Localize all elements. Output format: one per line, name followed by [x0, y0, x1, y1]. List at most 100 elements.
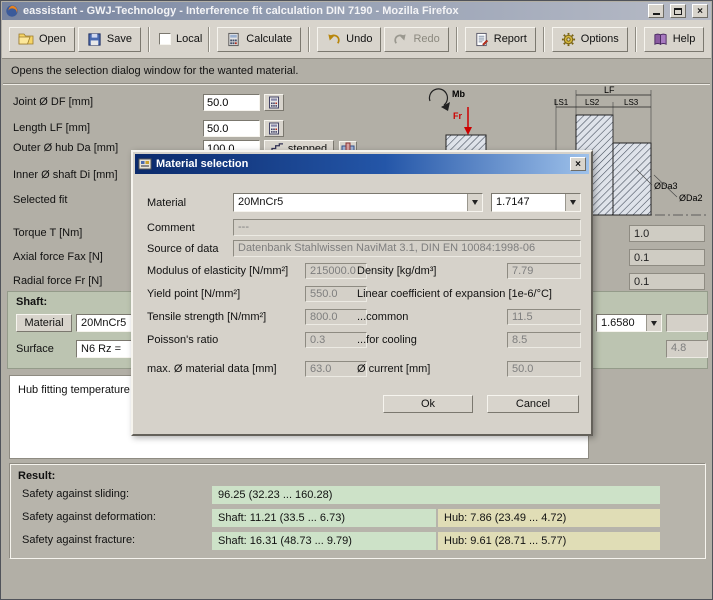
- expansion-common-label: ...common: [357, 311, 408, 323]
- ok-label: Ok: [421, 398, 435, 410]
- length-calculator-button[interactable]: [264, 120, 284, 137]
- cancel-button[interactable]: Cancel: [487, 395, 579, 413]
- local-checkbox[interactable]: [159, 33, 171, 45]
- redo-arrow-icon: [393, 32, 408, 47]
- options-button[interactable]: Options: [552, 27, 628, 52]
- material-selection-dialog: Material selection × Material 20MnCr5 1.…: [131, 150, 593, 436]
- undo-button[interactable]: Undo: [317, 27, 381, 52]
- material-number-dropdown-button[interactable]: [565, 194, 580, 211]
- shaft-surface-label: Surface: [16, 343, 54, 355]
- minimize-button[interactable]: [648, 4, 664, 18]
- shaft-material-button[interactable]: Material: [16, 314, 72, 332]
- gear-icon: [561, 32, 576, 47]
- save-button[interactable]: Save: [78, 27, 141, 52]
- ok-button[interactable]: Ok: [383, 395, 473, 413]
- length-label: Length LF [mm]: [13, 122, 90, 134]
- material-name-dropdown-button[interactable]: [467, 194, 482, 211]
- chevron-down-icon: [651, 321, 657, 326]
- redo-button[interactable]: Redo: [384, 27, 448, 52]
- cancel-label: Cancel: [516, 398, 550, 410]
- open-label: Open: [39, 33, 66, 45]
- redo-label: Redo: [413, 33, 439, 45]
- close-button[interactable]: ×: [692, 4, 708, 18]
- radial-force-label: Radial force Fr [N]: [13, 275, 102, 287]
- report-label: Report: [494, 33, 527, 45]
- shaft-extra-field-top: [666, 314, 708, 332]
- axial-force-value-field: 0.1: [629, 249, 705, 266]
- help-book-icon: [653, 32, 668, 47]
- joint-diameter-input[interactable]: [203, 94, 260, 111]
- expansion-cooling-label: ...for cooling: [357, 334, 417, 346]
- material-name-value: 20MnCr5: [234, 194, 467, 211]
- save-label: Save: [107, 33, 132, 45]
- toolbar: Open Save Local Calculate: [2, 20, 711, 59]
- local-label: Local: [176, 33, 202, 45]
- open-folder-icon: [18, 31, 34, 47]
- help-label: Help: [673, 33, 696, 45]
- current-diameter-field: 50.0: [507, 361, 581, 377]
- mini-calculator-icon: [268, 96, 280, 109]
- comment-field: ---: [233, 219, 581, 236]
- shaft-header: Shaft:: [16, 296, 47, 308]
- mini-calculator-icon: [268, 122, 280, 135]
- moment-mb-label: Mb: [452, 89, 465, 99]
- result-fracture-hub: Hub: 9.61 (28.71 ... 5.77): [438, 532, 660, 550]
- report-button[interactable]: Report: [465, 27, 536, 52]
- close-icon: ×: [575, 159, 581, 170]
- poisson-ratio-label: Poisson's ratio: [147, 334, 218, 346]
- calculate-button[interactable]: Calculate: [217, 27, 301, 52]
- outer-hub-diameter-label: Outer Ø hub Da [mm]: [13, 142, 118, 154]
- open-button[interactable]: Open: [9, 27, 75, 52]
- options-label: Options: [581, 33, 619, 45]
- source-of-data-field: Datenbank Stahlwissen NaviMat 3.1, DIN E…: [233, 240, 581, 257]
- help-button[interactable]: Help: [644, 27, 705, 52]
- shaft-material-number-dropdown-button[interactable]: [646, 315, 661, 331]
- toolbar-separator: [148, 27, 150, 52]
- length-input[interactable]: [203, 120, 260, 137]
- current-diameter-label: Ø current [mm]: [357, 363, 430, 375]
- joint-diameter-label: Joint Ø DF [mm]: [13, 96, 93, 108]
- shaft-material-number-value: 1.6580: [597, 315, 646, 331]
- app-window: eassistant - GWJ-Technology - Interferen…: [0, 0, 713, 600]
- material-name-combo[interactable]: 20MnCr5: [233, 193, 483, 212]
- yield-point-label: Yield point [N/mm²]: [147, 288, 240, 300]
- dia-da2-label: ØDa2: [679, 193, 703, 203]
- local-toggle[interactable]: Local: [159, 33, 202, 45]
- report-document-icon: [474, 32, 489, 47]
- save-disk-icon: [87, 32, 102, 47]
- titlebar: eassistant - GWJ-Technology - Interferen…: [2, 2, 711, 20]
- undo-label: Undo: [346, 33, 372, 45]
- comment-label: Comment: [147, 222, 195, 234]
- dialog-close-button[interactable]: ×: [570, 157, 586, 171]
- density-label: Density [kg/dm³]: [357, 265, 436, 277]
- firefox-icon: [5, 4, 19, 18]
- calculate-label: Calculate: [246, 33, 292, 45]
- inner-shaft-diameter-label: Inner Ø shaft Di [mm]: [13, 169, 118, 181]
- material-selection-icon: [138, 157, 152, 171]
- maximize-button[interactable]: [670, 4, 686, 18]
- shaft-material-button-label: Material: [24, 317, 63, 329]
- dialog-title: Material selection: [156, 158, 566, 170]
- chevron-down-icon: [570, 200, 576, 205]
- status-text: Opens the selection dialog window for th…: [11, 65, 298, 77]
- dim-lf-label: LF: [604, 85, 615, 95]
- shaft-material-number-combo[interactable]: 1.6580: [596, 314, 662, 332]
- result-section: Result: Safety against sliding: 96.25 (3…: [9, 463, 706, 559]
- chevron-down-icon: [472, 200, 478, 205]
- result-sliding-label: Safety against sliding:: [22, 488, 129, 500]
- material-number-value: 1.7147: [492, 194, 565, 211]
- force-fr-label: Fr: [453, 111, 462, 121]
- dialog-titlebar[interactable]: Material selection ×: [135, 154, 589, 174]
- joint-calculator-button[interactable]: [264, 94, 284, 111]
- toolbar-separator: [456, 27, 458, 52]
- material-number-combo[interactable]: 1.7147: [491, 193, 581, 212]
- material-label: Material: [147, 197, 186, 209]
- undo-arrow-icon: [326, 32, 341, 47]
- dim-ls1-label: LS1: [554, 98, 569, 107]
- radial-force-value-field: 0.1: [629, 273, 705, 290]
- window-title: eassistant - GWJ-Technology - Interferen…: [23, 5, 642, 17]
- toolbar-separator: [208, 27, 210, 52]
- result-deformation-label: Safety against deformation:: [22, 511, 156, 523]
- result-fracture-label: Safety against fracture:: [22, 534, 135, 546]
- toolbar-separator: [543, 27, 545, 52]
